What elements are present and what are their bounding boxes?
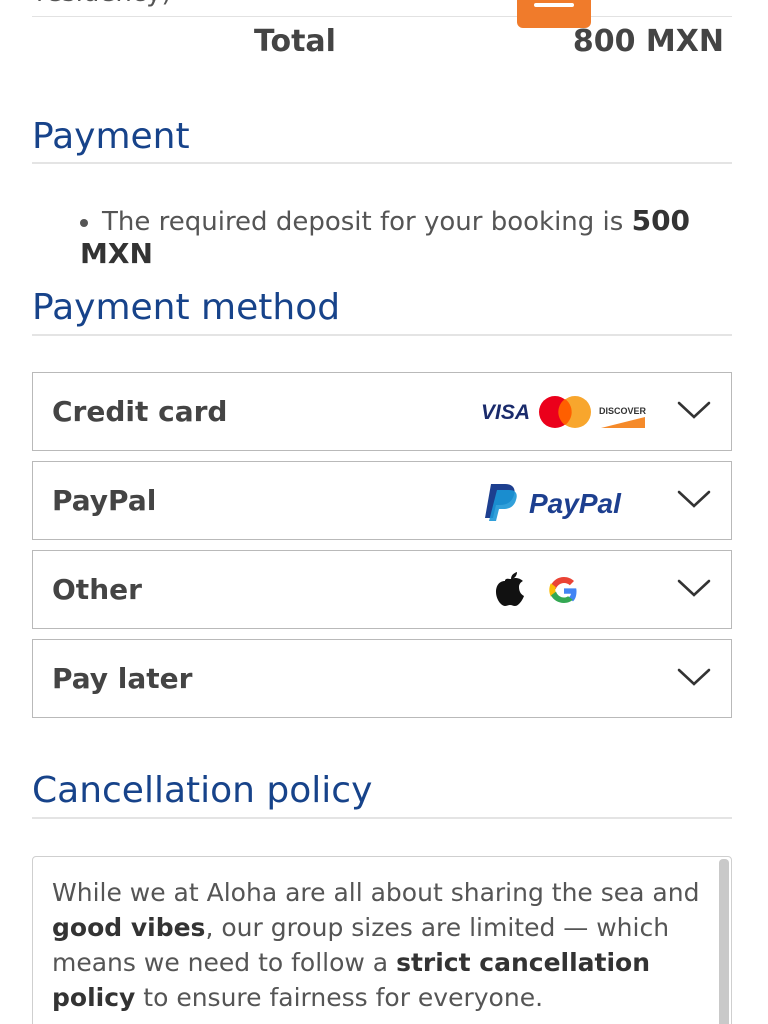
payment-option-label: Pay later [52, 662, 193, 695]
mastercard-logo [539, 396, 591, 428]
bullet-icon [80, 218, 88, 227]
total-label: Total [254, 24, 336, 59]
chevron-down-icon[interactable] [677, 489, 711, 509]
chevron-down-icon[interactable] [677, 400, 711, 420]
divider [32, 817, 732, 819]
deposit-text: The required deposit for your booking is [102, 207, 632, 237]
hamburger-menu-icon [534, 3, 574, 7]
chevron-down-icon[interactable] [677, 578, 711, 598]
apple-logo [496, 572, 524, 606]
scrollbar[interactable] [719, 859, 729, 1024]
svg-text:DISCOVER: DISCOVER [599, 406, 647, 416]
wallet-logos [489, 551, 589, 630]
cancellation-policy-text: While we at Aloha are all about sharing … [52, 878, 700, 1012]
discover-logo: DISCOVER [599, 406, 647, 428]
google-logo [549, 577, 577, 603]
payment-option-label: Credit card [52, 395, 228, 428]
card-logos: VISA DISCOVER [479, 373, 659, 452]
cancellation-policy-heading: Cancellation policy [32, 770, 373, 811]
cancellation-policy-box[interactable]: While we at Aloha are all about sharing … [32, 856, 732, 1024]
divider [32, 162, 732, 164]
divider [32, 334, 732, 336]
deposit-info: The required deposit for your booking is… [80, 204, 768, 270]
chevron-down-icon[interactable] [677, 667, 711, 687]
divider [32, 16, 732, 17]
payment-method-heading: Payment method [32, 287, 341, 328]
payment-option-other[interactable]: Other [32, 550, 732, 629]
payment-option-paypal[interactable]: PayPal PayPal [32, 461, 732, 540]
payment-option-credit-card[interactable]: Credit card VISA DISCOVER [32, 372, 732, 451]
payment-heading: Payment [32, 116, 190, 157]
svg-text:PayPal: PayPal [529, 488, 622, 519]
paypal-logo: PayPal [483, 462, 653, 541]
payment-option-label: PayPal [52, 484, 157, 517]
total-row: Total 800 MXN [32, 24, 724, 64]
total-value: 800 MXN [572, 24, 724, 59]
cut-off-text: residency) [36, 0, 172, 8]
visa-logo: VISA [481, 401, 530, 424]
payment-option-pay-later[interactable]: Pay later [32, 639, 732, 718]
payment-option-label: Other [52, 573, 142, 606]
booking-page: residency) Total 800 MXN Payment The req… [0, 0, 768, 1024]
